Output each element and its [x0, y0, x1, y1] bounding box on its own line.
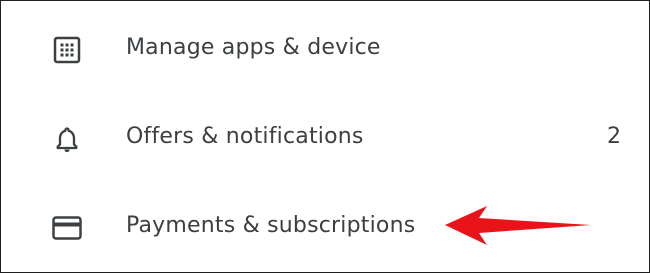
credit-card-icon	[51, 212, 83, 244]
menu-item-label: Offers & notifications	[126, 124, 364, 149]
grid-apps-icon	[51, 34, 83, 66]
notification-count-badge: 2	[607, 124, 621, 149]
screenshot-frame: Manage apps & device Offers & notificati…	[0, 0, 650, 273]
menu-item-label: Payments & subscriptions	[126, 213, 416, 238]
menu-item-offers-notifications[interactable]: Offers & notifications 2	[1, 93, 649, 181]
bell-icon	[51, 123, 83, 155]
menu-item-manage-apps[interactable]: Manage apps & device	[1, 4, 649, 92]
menu-item-label: Manage apps & device	[126, 35, 381, 60]
red-arrow-annotation	[445, 206, 591, 245]
